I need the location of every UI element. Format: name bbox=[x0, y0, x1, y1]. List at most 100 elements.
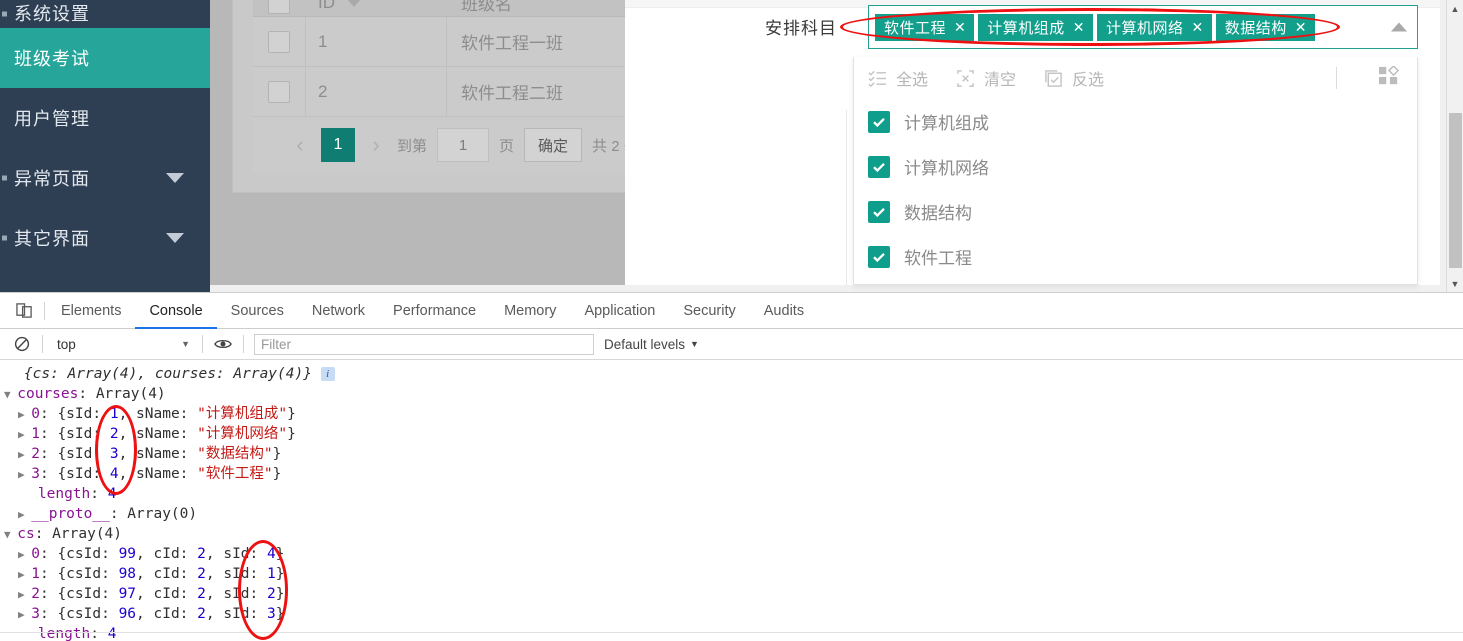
option-label: 计算机网络 bbox=[904, 154, 989, 179]
tag-item[interactable]: 软件工程 ✕ bbox=[875, 14, 974, 41]
pagination-prev-icon[interactable]: ‹ bbox=[289, 132, 311, 158]
grid-view-toggle[interactable] bbox=[1379, 66, 1399, 91]
class-table: ID 班级名 1 bbox=[253, 0, 641, 173]
expand-triangle-closed-icon[interactable]: ▶ bbox=[18, 588, 31, 601]
table-row[interactable]: 2 软件工程二班 bbox=[253, 67, 641, 117]
row-checkbox[interactable] bbox=[268, 31, 290, 53]
scrollbar-thumb[interactable] bbox=[1449, 113, 1462, 268]
tag-item[interactable]: 数据结构 ✕ bbox=[1216, 14, 1315, 41]
console-output[interactable]: {cs: Array(4), courses: Array(4)} i▼ cou… bbox=[0, 360, 1463, 641]
expand-triangle-closed-icon[interactable]: ▶ bbox=[18, 608, 31, 621]
subject-multiselect-input[interactable]: 软件工程 ✕ 计算机组成 ✕ 计算机网络 ✕ 数据结构 ✕ bbox=[868, 5, 1418, 49]
expand-triangle-closed-icon[interactable]: ▶ bbox=[18, 508, 31, 521]
dropdown-option[interactable]: 计算机网络 bbox=[868, 144, 1417, 189]
sidebar-item-other-pages[interactable]: 其它界面 bbox=[0, 208, 210, 268]
row-checkbox-cell[interactable] bbox=[253, 81, 305, 103]
header-checkbox-cell[interactable] bbox=[253, 0, 305, 14]
select-all-action[interactable]: 全选 bbox=[868, 66, 928, 90]
console-token: 2 bbox=[267, 586, 276, 602]
option-label: 计算机组成 bbox=[904, 109, 989, 134]
option-checkbox-checked[interactable] bbox=[868, 111, 890, 133]
row-cell-name: 软件工程一班 bbox=[446, 17, 641, 66]
table-row[interactable]: 1 软件工程一班 bbox=[253, 17, 641, 67]
tab-console[interactable]: Console bbox=[135, 293, 216, 329]
tab-audits[interactable]: Audits bbox=[750, 293, 818, 329]
pagination-page-1[interactable]: 1 bbox=[321, 128, 355, 162]
console-token: , cId: bbox=[136, 566, 197, 582]
header-id-label: ID bbox=[318, 0, 335, 13]
console-token: 2 bbox=[197, 606, 206, 622]
pagination-next-icon[interactable]: › bbox=[365, 132, 387, 158]
row-id-value: 2 bbox=[318, 82, 327, 102]
row-checkbox[interactable] bbox=[268, 81, 290, 103]
scroll-down-arrow-icon[interactable]: ▼ bbox=[1447, 275, 1463, 292]
tag-remove-icon[interactable]: ✕ bbox=[1192, 19, 1204, 36]
tab-performance[interactable]: Performance bbox=[379, 293, 490, 329]
chevron-down-icon[interactable]: ▼ bbox=[181, 339, 190, 349]
option-checkbox-checked[interactable] bbox=[868, 201, 890, 223]
console-token: : {csId: bbox=[40, 606, 119, 622]
sidebar-item-class-exam[interactable]: 班级考试 bbox=[0, 28, 210, 88]
dropdown-option[interactable]: 计算机组成 bbox=[868, 99, 1417, 144]
row-checkbox-cell[interactable] bbox=[253, 31, 305, 53]
header-cell-id[interactable]: ID bbox=[305, 0, 446, 16]
screen-root: ID 班级名 1 bbox=[0, 0, 1463, 640]
option-checkbox-checked[interactable] bbox=[868, 246, 890, 268]
expand-triangle-closed-icon[interactable]: ▶ bbox=[18, 408, 31, 421]
console-token: : bbox=[90, 486, 107, 502]
clear-action[interactable]: 清空 bbox=[956, 66, 1016, 90]
pagination-confirm-button[interactable]: 确定 bbox=[524, 128, 582, 162]
tag-item[interactable]: 计算机网络 ✕ bbox=[1097, 14, 1212, 41]
execution-context-selector[interactable]: top ▼ bbox=[45, 333, 200, 355]
clear-console-button[interactable] bbox=[4, 336, 40, 352]
console-token: 2 bbox=[197, 586, 206, 602]
dropdown-option[interactable]: 数据结构 bbox=[868, 189, 1417, 234]
expand-triangle-closed-icon[interactable]: ▶ bbox=[18, 548, 31, 561]
page-scrollbar[interactable]: ▲ ▼ bbox=[1446, 0, 1463, 292]
console-token: : bbox=[90, 626, 107, 641]
console-filter-input[interactable]: Filter bbox=[254, 334, 594, 355]
log-level-selector[interactable]: Default levels ▼ bbox=[604, 337, 699, 352]
expand-triangle-closed-icon[interactable]: ▶ bbox=[18, 428, 31, 441]
invert-selection-action[interactable]: 反选 bbox=[1044, 66, 1104, 90]
tab-elements[interactable]: Elements bbox=[47, 293, 135, 329]
field-label-assign-subject: 安排科目 bbox=[765, 14, 837, 39]
tag-remove-icon[interactable]: ✕ bbox=[1295, 19, 1307, 36]
device-toolbar-toggle[interactable] bbox=[6, 302, 42, 319]
sidebar-bullet-icon bbox=[2, 236, 7, 241]
console-token: : {sId: bbox=[40, 466, 110, 482]
table-header-row: ID 班级名 bbox=[253, 0, 641, 17]
tag-remove-icon[interactable]: ✕ bbox=[954, 19, 966, 36]
console-token: 4 bbox=[267, 546, 276, 562]
tag-remove-icon[interactable]: ✕ bbox=[1073, 19, 1085, 36]
expand-triangle-closed-icon[interactable]: ▶ bbox=[18, 468, 31, 481]
sidebar-item-error-pages[interactable]: 异常页面 bbox=[0, 148, 210, 208]
expand-triangle-closed-icon[interactable]: ▶ bbox=[18, 568, 31, 581]
select-all-checkbox[interactable] bbox=[268, 0, 290, 14]
tab-sources[interactable]: Sources bbox=[217, 293, 298, 329]
tab-security[interactable]: Security bbox=[669, 293, 749, 329]
console-line: ▼ cs: Array(4) bbox=[0, 524, 1463, 544]
tab-network[interactable]: Network bbox=[298, 293, 379, 329]
chevron-down-icon[interactable] bbox=[166, 233, 184, 243]
expand-triangle-open-icon[interactable]: ▼ bbox=[4, 388, 17, 401]
console-token: 96 bbox=[119, 606, 136, 622]
sidebar-item-label: 班级考试 bbox=[14, 45, 90, 71]
tag-item[interactable]: 计算机组成 ✕ bbox=[978, 14, 1093, 41]
chevron-up-icon[interactable] bbox=[1391, 23, 1407, 32]
sidebar-item-system-settings[interactable]: 系统设置 bbox=[0, 0, 210, 28]
tab-application[interactable]: Application bbox=[570, 293, 669, 329]
scroll-up-arrow-icon[interactable]: ▲ bbox=[1447, 0, 1463, 17]
tab-memory[interactable]: Memory bbox=[490, 293, 570, 329]
live-expression-button[interactable] bbox=[205, 337, 241, 351]
option-checkbox-checked[interactable] bbox=[868, 156, 890, 178]
expand-triangle-open-icon[interactable]: ▼ bbox=[4, 528, 17, 541]
expand-triangle-closed-icon[interactable]: ▶ bbox=[18, 448, 31, 461]
sort-descending-icon[interactable] bbox=[347, 0, 361, 7]
sidebar-item-label: 异常页面 bbox=[14, 165, 90, 191]
chevron-down-icon[interactable] bbox=[166, 173, 184, 183]
pagination-goto-input[interactable]: 1 bbox=[437, 128, 489, 162]
dropdown-option[interactable]: 软件工程 bbox=[868, 234, 1417, 279]
check-icon bbox=[871, 159, 887, 175]
sidebar-item-user-management[interactable]: 用户管理 bbox=[0, 88, 210, 148]
